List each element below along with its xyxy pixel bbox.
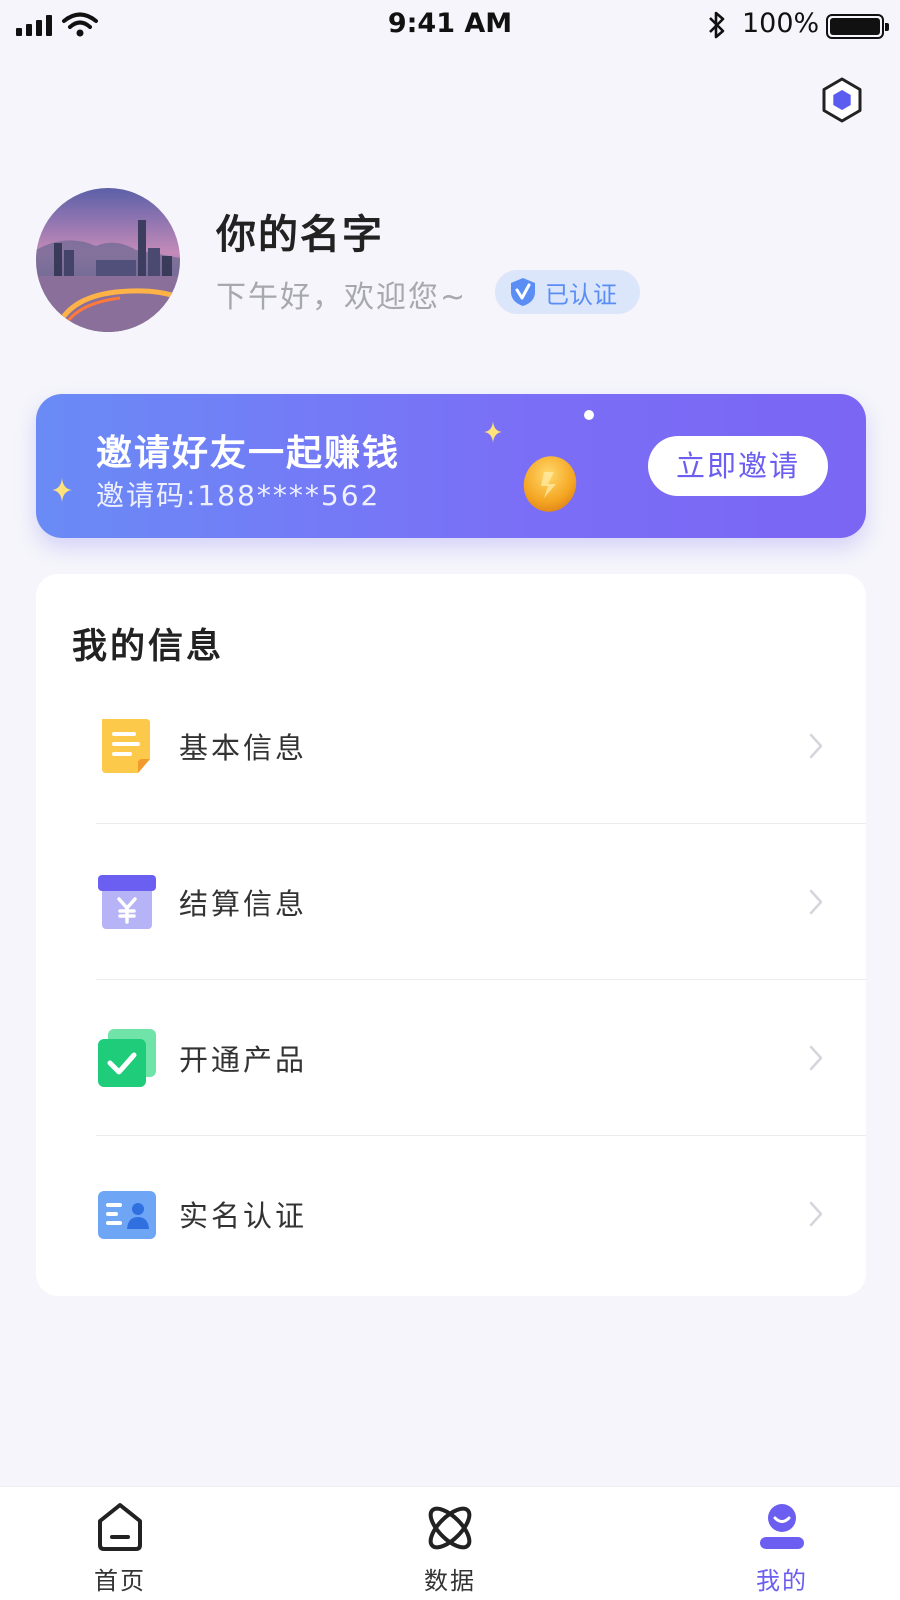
verified-badge: 已认证 bbox=[495, 270, 640, 314]
list-item-real-name-auth[interactable]: 实名认证 bbox=[36, 1136, 866, 1292]
tab-label: 数据 bbox=[424, 1567, 476, 1595]
list-item-basic-info[interactable]: 基本信息 bbox=[36, 668, 866, 824]
id-card-icon bbox=[98, 1191, 156, 1239]
user-icon bbox=[760, 1504, 804, 1549]
sparkle-icon bbox=[52, 478, 72, 502]
sparkle-icon bbox=[484, 421, 502, 443]
list-item-open-products[interactable]: 开通产品 bbox=[36, 980, 866, 1136]
invite-now-button[interactable]: 立即邀请 bbox=[648, 436, 828, 496]
tab-label: 首页 bbox=[94, 1567, 146, 1595]
list-item-settlement-info[interactable]: 结算信息 bbox=[36, 824, 866, 980]
battery-percent: 100% bbox=[742, 8, 820, 39]
greeting-text: 下午好，欢迎您~ bbox=[216, 280, 468, 315]
tab-home[interactable]: 首页 bbox=[50, 1487, 190, 1600]
chevron-right-icon bbox=[809, 889, 823, 915]
my-info-card: 我的信息 基本信息 结算信息 开通产品 实名认证 bbox=[36, 574, 866, 1296]
coin-icon bbox=[523, 456, 577, 512]
atom-icon bbox=[428, 1506, 472, 1550]
bluetooth-icon bbox=[709, 11, 725, 39]
verified-label: 已认证 bbox=[545, 280, 617, 309]
star-dot bbox=[584, 410, 594, 420]
invite-code: 邀请码:188****562 bbox=[96, 479, 381, 512]
list-item-label: 开通产品 bbox=[179, 1043, 308, 1077]
list-item-label: 实名认证 bbox=[179, 1199, 308, 1233]
tab-mine[interactable]: 我的 bbox=[712, 1487, 852, 1600]
avatar[interactable] bbox=[36, 188, 180, 332]
checkbox-icon bbox=[98, 1029, 156, 1087]
battery-icon bbox=[826, 14, 889, 39]
status-bar: 9:41 AM 100% bbox=[0, 0, 900, 52]
list-item-label: 结算信息 bbox=[179, 887, 308, 921]
yen-box-icon bbox=[98, 875, 156, 929]
user-name: 你的名字 bbox=[216, 212, 384, 258]
home-icon bbox=[98, 1503, 142, 1551]
settings-icon[interactable] bbox=[818, 76, 866, 124]
shield-check-icon bbox=[511, 278, 535, 306]
chevron-right-icon bbox=[809, 733, 823, 759]
chevron-right-icon bbox=[809, 1201, 823, 1227]
list-item-label: 基本信息 bbox=[179, 731, 308, 765]
invite-banner[interactable]: 邀请好友一起赚钱 邀请码:188****562 立即邀请 bbox=[36, 394, 866, 538]
chevron-right-icon bbox=[809, 1045, 823, 1071]
card-title: 我的信息 bbox=[72, 627, 225, 667]
document-icon bbox=[102, 719, 150, 773]
invite-title: 邀请好友一起赚钱 bbox=[96, 433, 401, 474]
tab-bar: 首页 数据 我的 bbox=[0, 1486, 900, 1600]
tab-label: 我的 bbox=[756, 1567, 808, 1595]
tab-data[interactable]: 数据 bbox=[380, 1487, 520, 1600]
